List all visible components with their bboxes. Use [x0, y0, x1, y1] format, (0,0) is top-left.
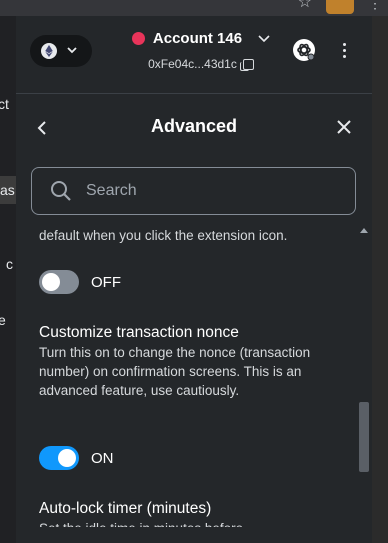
- extension-popup: Account 146 0xFe04c...43d1c Advanced Sea…: [16, 16, 372, 543]
- settings-header: Advanced: [16, 94, 372, 164]
- setting-description: Set the idle time in minutes before: [39, 519, 339, 527]
- account-address: 0xFe04c...43d1c: [148, 57, 237, 71]
- search-icon: [51, 181, 71, 201]
- close-icon[interactable]: [335, 118, 353, 136]
- background-text-fragment: c: [6, 256, 13, 272]
- browser-toolbar: ☆ ⋮: [0, 0, 388, 16]
- account-name: Account 146: [152, 30, 243, 47]
- search-field[interactable]: [31, 167, 356, 215]
- metamask-extension-icon[interactable]: [326, 0, 354, 14]
- bookmark-star-icon[interactable]: ☆: [298, 0, 312, 11]
- chevron-down-icon: [258, 32, 270, 46]
- toggle-label: ON: [91, 449, 114, 467]
- search-input[interactable]: [86, 182, 316, 200]
- background-text-fragment: as: [0, 176, 16, 204]
- ethereum-icon: [41, 43, 57, 59]
- setting-title: Customize transaction nonce: [39, 324, 239, 341]
- browser-menu-icon[interactable]: ⋮: [368, 0, 382, 10]
- scrollbar[interactable]: [356, 224, 372, 527]
- account-avatar: [131, 32, 145, 45]
- copy-icon: [239, 58, 254, 71]
- scroll-up-arrow-icon[interactable]: [360, 228, 368, 233]
- page-title: Advanced: [150, 116, 238, 136]
- toggle-row: OFF: [39, 270, 121, 294]
- account-menu[interactable]: Account 146 0xFe04c...43d1c: [126, 30, 276, 71]
- toggle-row: ON: [39, 446, 114, 470]
- setting-title: Auto-lock timer (minutes): [39, 500, 212, 517]
- toggle-label: OFF: [91, 273, 121, 291]
- toggle-switch[interactable]: [39, 446, 79, 470]
- scrollbar-thumb[interactable]: [359, 402, 369, 472]
- toggle-switch[interactable]: [39, 270, 79, 294]
- background-page-right: [372, 16, 388, 543]
- settings-content: default when you click the extension ico…: [16, 224, 356, 527]
- account-options-icon[interactable]: [338, 40, 350, 60]
- connected-site-icon[interactable]: [292, 38, 316, 62]
- account-header: Account 146 0xFe04c...43d1c: [16, 16, 372, 94]
- chevron-down-icon: [67, 46, 77, 57]
- setting-description: Turn this on to change the nonce (transa…: [39, 345, 311, 398]
- background-text-fragment: ct: [0, 96, 9, 112]
- background-text-fragment: e: [0, 312, 6, 328]
- copy-address-button[interactable]: 0xFe04c...43d1c: [126, 57, 276, 71]
- setting-description: default when you click the extension ico…: [39, 228, 288, 243]
- network-picker-button[interactable]: [30, 35, 92, 67]
- background-page-left: ct as c e: [0, 16, 16, 543]
